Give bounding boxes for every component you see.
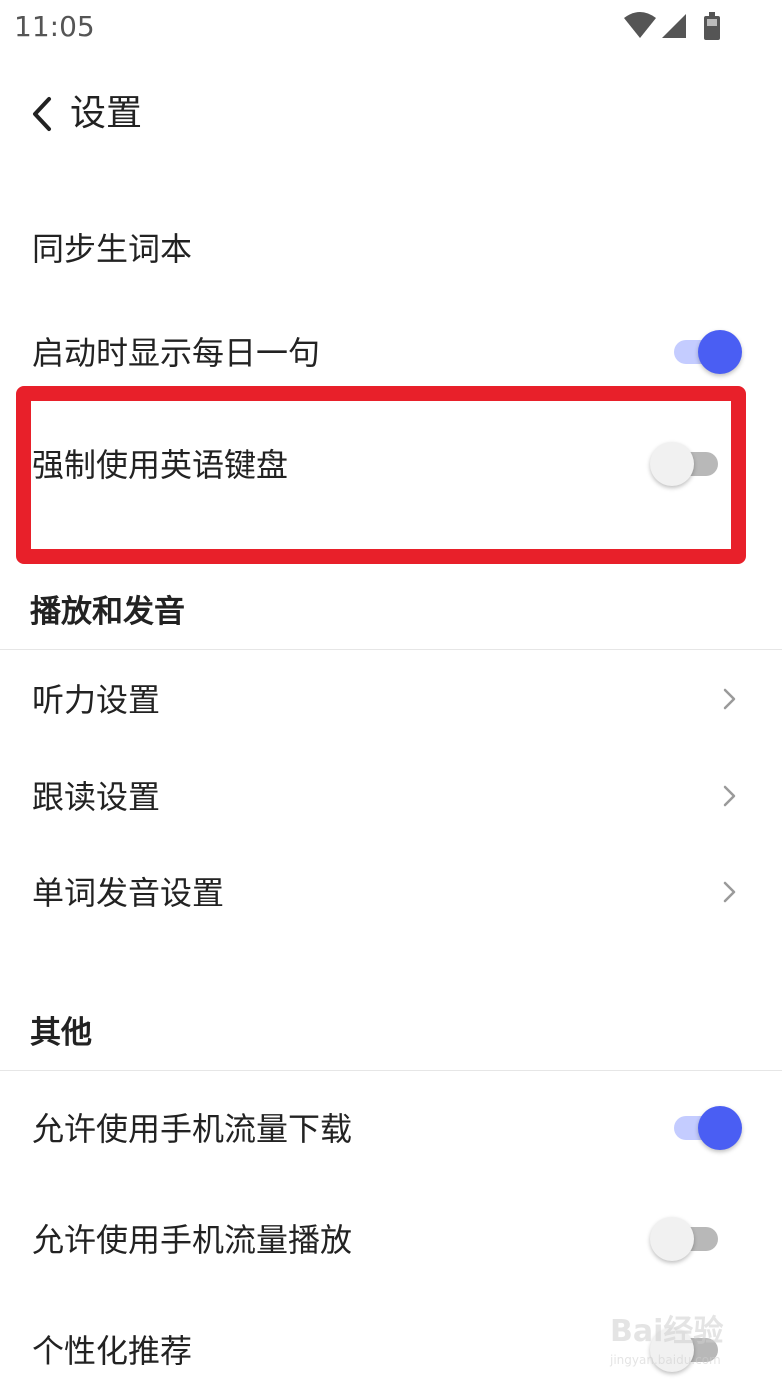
mobile-playback-label: 允许使用手机流量播放 xyxy=(32,1221,353,1259)
wifi-icon xyxy=(624,12,656,38)
listening-settings-item[interactable]: 听力设置 xyxy=(32,677,160,723)
chevron-right-icon[interactable] xyxy=(718,683,742,715)
watermark-logo-text: Bai经验 xyxy=(610,1314,724,1349)
chevron-right-icon[interactable] xyxy=(718,876,742,908)
shadowing-settings-item[interactable]: 跟读设置 xyxy=(32,774,160,820)
daily-sentence-toggle[interactable] xyxy=(666,330,742,374)
status-time: 11:05 xyxy=(14,10,95,43)
chevron-right-icon[interactable] xyxy=(718,780,742,812)
daily-sentence-label: 启动时显示每日一句 xyxy=(32,334,321,372)
chevron-left-icon xyxy=(33,97,51,131)
section-title-other: 其他 xyxy=(30,1015,92,1051)
divider xyxy=(0,1070,782,1071)
battery-icon xyxy=(704,12,720,40)
sync-vocab-item[interactable]: 同步生词本 xyxy=(32,226,192,272)
status-icons xyxy=(624,12,720,40)
watermark-url: jingyan.baidu.com xyxy=(610,1353,721,1367)
word-pronunciation-settings-item[interactable]: 单词发音设置 xyxy=(32,870,224,916)
page-title: 设置 xyxy=(70,93,143,134)
mobile-playback-toggle[interactable] xyxy=(650,1217,726,1261)
divider xyxy=(0,649,782,650)
personalized-recommendation-label: 个性化推荐 xyxy=(32,1332,193,1370)
section-title-playback: 播放和发音 xyxy=(30,594,185,630)
highlight-box xyxy=(16,386,746,564)
signal-icon xyxy=(662,14,686,38)
back-button[interactable] xyxy=(22,88,62,140)
baidu-watermark: Bai经验 jingyan.baidu.com xyxy=(610,1312,742,1382)
mobile-download-label: 允许使用手机流量下载 xyxy=(32,1110,353,1148)
mobile-download-toggle[interactable] xyxy=(666,1106,742,1150)
